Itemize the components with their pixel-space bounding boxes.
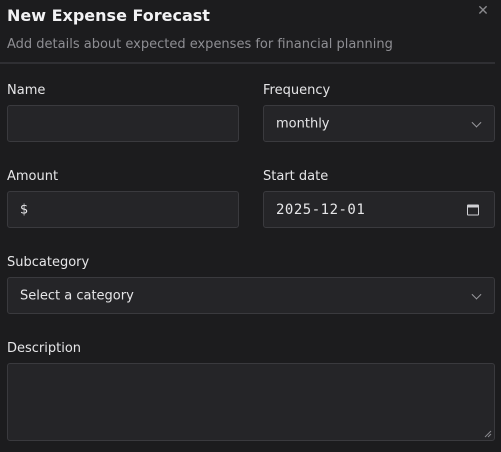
subcategory-value: Select a category	[20, 288, 134, 303]
frequency-label: Frequency	[263, 83, 331, 98]
chevron-down-icon	[471, 117, 482, 128]
dialog-title: New Expense Forecast	[7, 6, 210, 25]
close-icon[interactable]: ✕	[476, 4, 490, 18]
divider	[0, 62, 495, 64]
description-label: Description	[7, 341, 82, 356]
calendar-icon[interactable]	[467, 204, 479, 215]
name-label: Name	[7, 83, 46, 98]
frequency-value: monthly	[276, 116, 330, 131]
frequency-select[interactable]: monthly	[263, 105, 495, 142]
start-date-value: 2025-12-01	[276, 201, 366, 218]
start-date-input[interactable]: 2025-12-01	[263, 191, 495, 228]
amount-label: Amount	[7, 169, 59, 184]
subcategory-label: Subcategory	[7, 255, 90, 270]
start-date-label: Start date	[263, 169, 329, 184]
subcategory-select[interactable]: Select a category	[7, 277, 495, 314]
resize-handle-icon[interactable]	[484, 430, 492, 438]
dialog-subtitle: Add details about expected expenses for …	[7, 37, 393, 52]
name-input[interactable]	[7, 105, 239, 142]
amount-input[interactable]: $	[7, 191, 239, 228]
chevron-down-icon	[471, 289, 482, 300]
currency-prefix: $	[20, 202, 29, 217]
description-textarea[interactable]	[7, 363, 495, 441]
